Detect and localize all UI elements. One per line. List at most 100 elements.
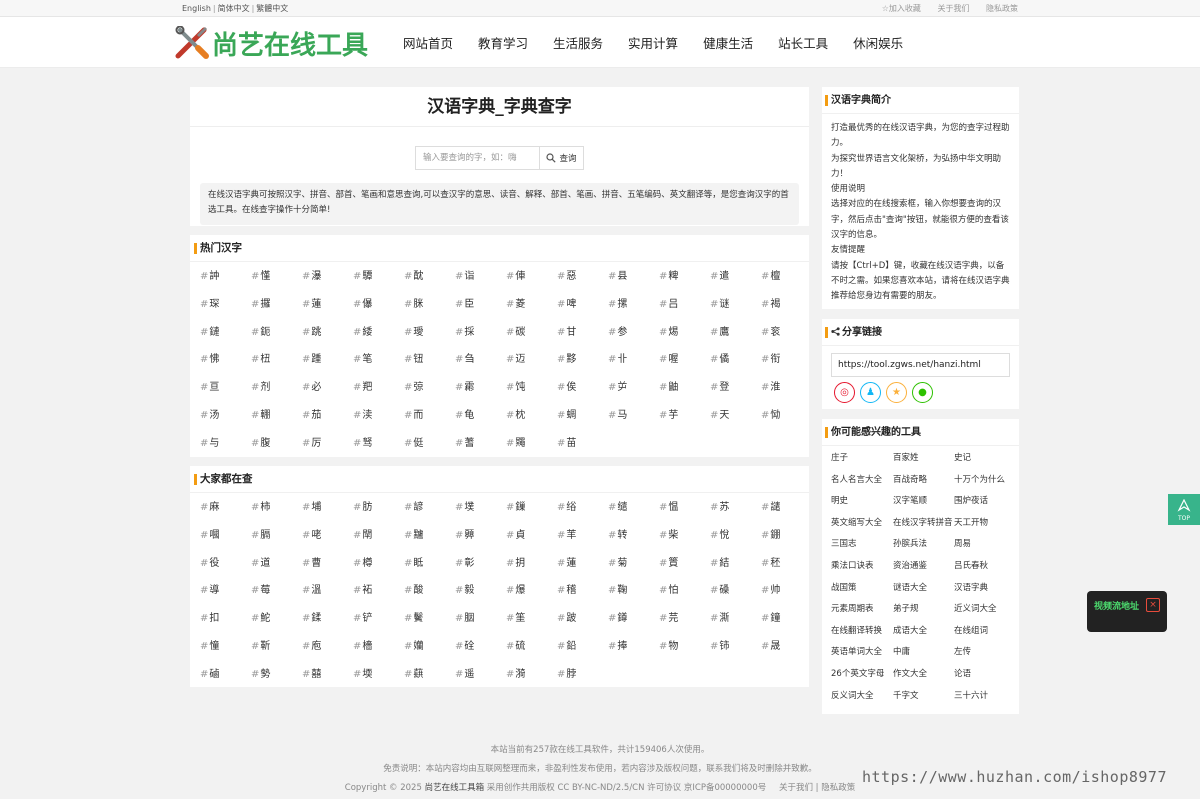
char-link[interactable]: #瀑 (302, 263, 353, 291)
char-link[interactable]: #鬢 (404, 605, 455, 633)
char-link[interactable]: #咾 (302, 522, 353, 550)
char-link[interactable]: #漪 (506, 661, 557, 689)
about-link[interactable]: 关于我们 (937, 4, 969, 13)
char-link[interactable]: #道 (251, 550, 302, 578)
share-url-field[interactable]: https://tool.zgws.net/hanzi.html (831, 353, 1010, 377)
char-link[interactable]: #甘 (557, 319, 608, 347)
char-link[interactable]: #羓 (353, 374, 404, 402)
char-link[interactable]: #秠 (761, 550, 812, 578)
char-link[interactable]: #惡 (557, 263, 608, 291)
char-link[interactable]: #樽 (353, 550, 404, 578)
tool-link[interactable]: 名人名言大全 (831, 470, 893, 492)
char-link[interactable]: #堧 (353, 661, 404, 689)
tool-link[interactable]: 庄子 (831, 448, 893, 470)
char-link[interactable]: #磠 (200, 661, 251, 689)
char-link[interactable]: #鐘 (761, 605, 812, 633)
char-link[interactable]: #孏 (404, 633, 455, 661)
nav-item-leisure[interactable]: 休闲娱乐 (853, 33, 903, 52)
char-link[interactable]: #譴 (761, 494, 812, 522)
char-link[interactable]: #蓮 (557, 550, 608, 578)
char-link[interactable]: #驽 (353, 430, 404, 458)
char-link[interactable]: #曹 (302, 550, 353, 578)
char-link[interactable]: #溫 (302, 577, 353, 605)
char-link[interactable]: #蓮 (302, 291, 353, 319)
tool-link[interactable]: 中庸 (893, 642, 954, 664)
privacy-link[interactable]: 隐私政策 (986, 4, 1018, 13)
char-link[interactable]: #帅 (761, 577, 812, 605)
tool-link[interactable]: 近义词大全 (954, 599, 1018, 621)
tool-link[interactable]: 吕氏春秋 (954, 556, 1018, 578)
char-link[interactable]: #麻 (200, 494, 251, 522)
char-link[interactable]: #与 (200, 430, 251, 458)
wechat-icon[interactable]: ● (912, 382, 933, 403)
char-link[interactable]: #鉛 (557, 633, 608, 661)
tool-link[interactable]: 百战奇略 (893, 470, 954, 492)
tool-link[interactable]: 英文缩写大全 (831, 513, 893, 535)
tool-link[interactable]: 千字文 (893, 686, 954, 708)
char-link[interactable]: #彰 (455, 550, 506, 578)
char-link[interactable]: #愠 (659, 494, 710, 522)
tool-link[interactable]: 三十六计 (954, 686, 1018, 708)
char-link[interactable]: #憧 (200, 633, 251, 661)
char-link[interactable]: #茄 (302, 402, 353, 430)
char-link[interactable]: #鐏 (608, 605, 659, 633)
char-link[interactable]: #鏈 (200, 319, 251, 347)
char-link[interactable]: #侹 (404, 430, 455, 458)
char-link[interactable]: #䒠 (557, 522, 608, 550)
nav-item-webmaster[interactable]: 站长工具 (778, 33, 828, 52)
char-link[interactable]: #結 (710, 550, 761, 578)
char-link[interactable]: #钮 (404, 346, 455, 374)
qzone-icon[interactable]: ★ (886, 382, 907, 403)
site-logo[interactable]: 尚艺在线工具 (174, 26, 368, 61)
tool-link[interactable]: 乘法口诀表 (831, 556, 893, 578)
char-link[interactable]: #爆 (506, 577, 557, 605)
tool-link[interactable]: 反义词大全 (831, 686, 893, 708)
char-link[interactable]: #衔 (761, 346, 812, 374)
char-link[interactable]: #菊 (608, 550, 659, 578)
char-link[interactable]: #俥 (506, 263, 557, 291)
tool-link[interactable]: 成语大全 (893, 621, 954, 643)
char-link[interactable]: #芋 (659, 402, 710, 430)
char-link[interactable]: #嘓 (200, 522, 251, 550)
tool-link[interactable]: 在线组词 (954, 621, 1018, 643)
char-link[interactable]: #苏 (710, 494, 761, 522)
char-link[interactable]: #琛 (200, 291, 251, 319)
tool-link[interactable]: 在线翻译转换 (831, 621, 893, 643)
char-link[interactable]: #跛 (557, 605, 608, 633)
char-link[interactable]: #汤 (200, 402, 251, 430)
char-link[interactable]: #庖 (302, 633, 353, 661)
tool-link[interactable]: 十万个为什么 (954, 470, 1018, 492)
char-link[interactable]: #鼬 (659, 374, 710, 402)
char-link[interactable]: #褐 (761, 291, 812, 319)
char-link[interactable]: #鞠 (608, 577, 659, 605)
char-link[interactable]: #墣 (455, 494, 506, 522)
char-link[interactable]: #腹 (251, 430, 302, 458)
char-link[interactable]: #蜩 (557, 402, 608, 430)
tool-link[interactable]: 明史 (831, 491, 893, 513)
char-link[interactable]: #膈 (251, 522, 302, 550)
char-link[interactable]: #晟 (761, 633, 812, 661)
char-link[interactable]: #採 (455, 319, 506, 347)
tool-link[interactable]: 百家姓 (893, 448, 954, 470)
char-link[interactable]: #跳 (302, 319, 353, 347)
char-link[interactable]: #鈪 (251, 319, 302, 347)
char-link[interactable]: #渎 (353, 402, 404, 430)
tool-link[interactable]: 左传 (954, 642, 1018, 664)
char-link[interactable]: #臣 (455, 291, 506, 319)
tool-link[interactable]: 弟子规 (893, 599, 954, 621)
char-link[interactable]: #登 (710, 374, 761, 402)
char-link[interactable]: #鷹 (710, 319, 761, 347)
char-link[interactable]: #龟 (455, 402, 506, 430)
char-link[interactable]: #摞 (608, 291, 659, 319)
char-link[interactable]: #莓 (251, 577, 302, 605)
close-icon[interactable]: × (1146, 598, 1160, 612)
char-link[interactable]: #啤 (557, 291, 608, 319)
char-link[interactable]: #硂 (455, 633, 506, 661)
char-link[interactable]: #衮 (761, 319, 812, 347)
tool-link[interactable]: 汉字笔顺 (893, 491, 954, 513)
tool-link[interactable]: 作文大全 (893, 664, 954, 686)
char-link[interactable]: #剂 (251, 374, 302, 402)
char-link[interactable]: #訲 (200, 263, 251, 291)
char-link[interactable]: #怕 (659, 577, 710, 605)
char-link[interactable]: #弶 (404, 374, 455, 402)
